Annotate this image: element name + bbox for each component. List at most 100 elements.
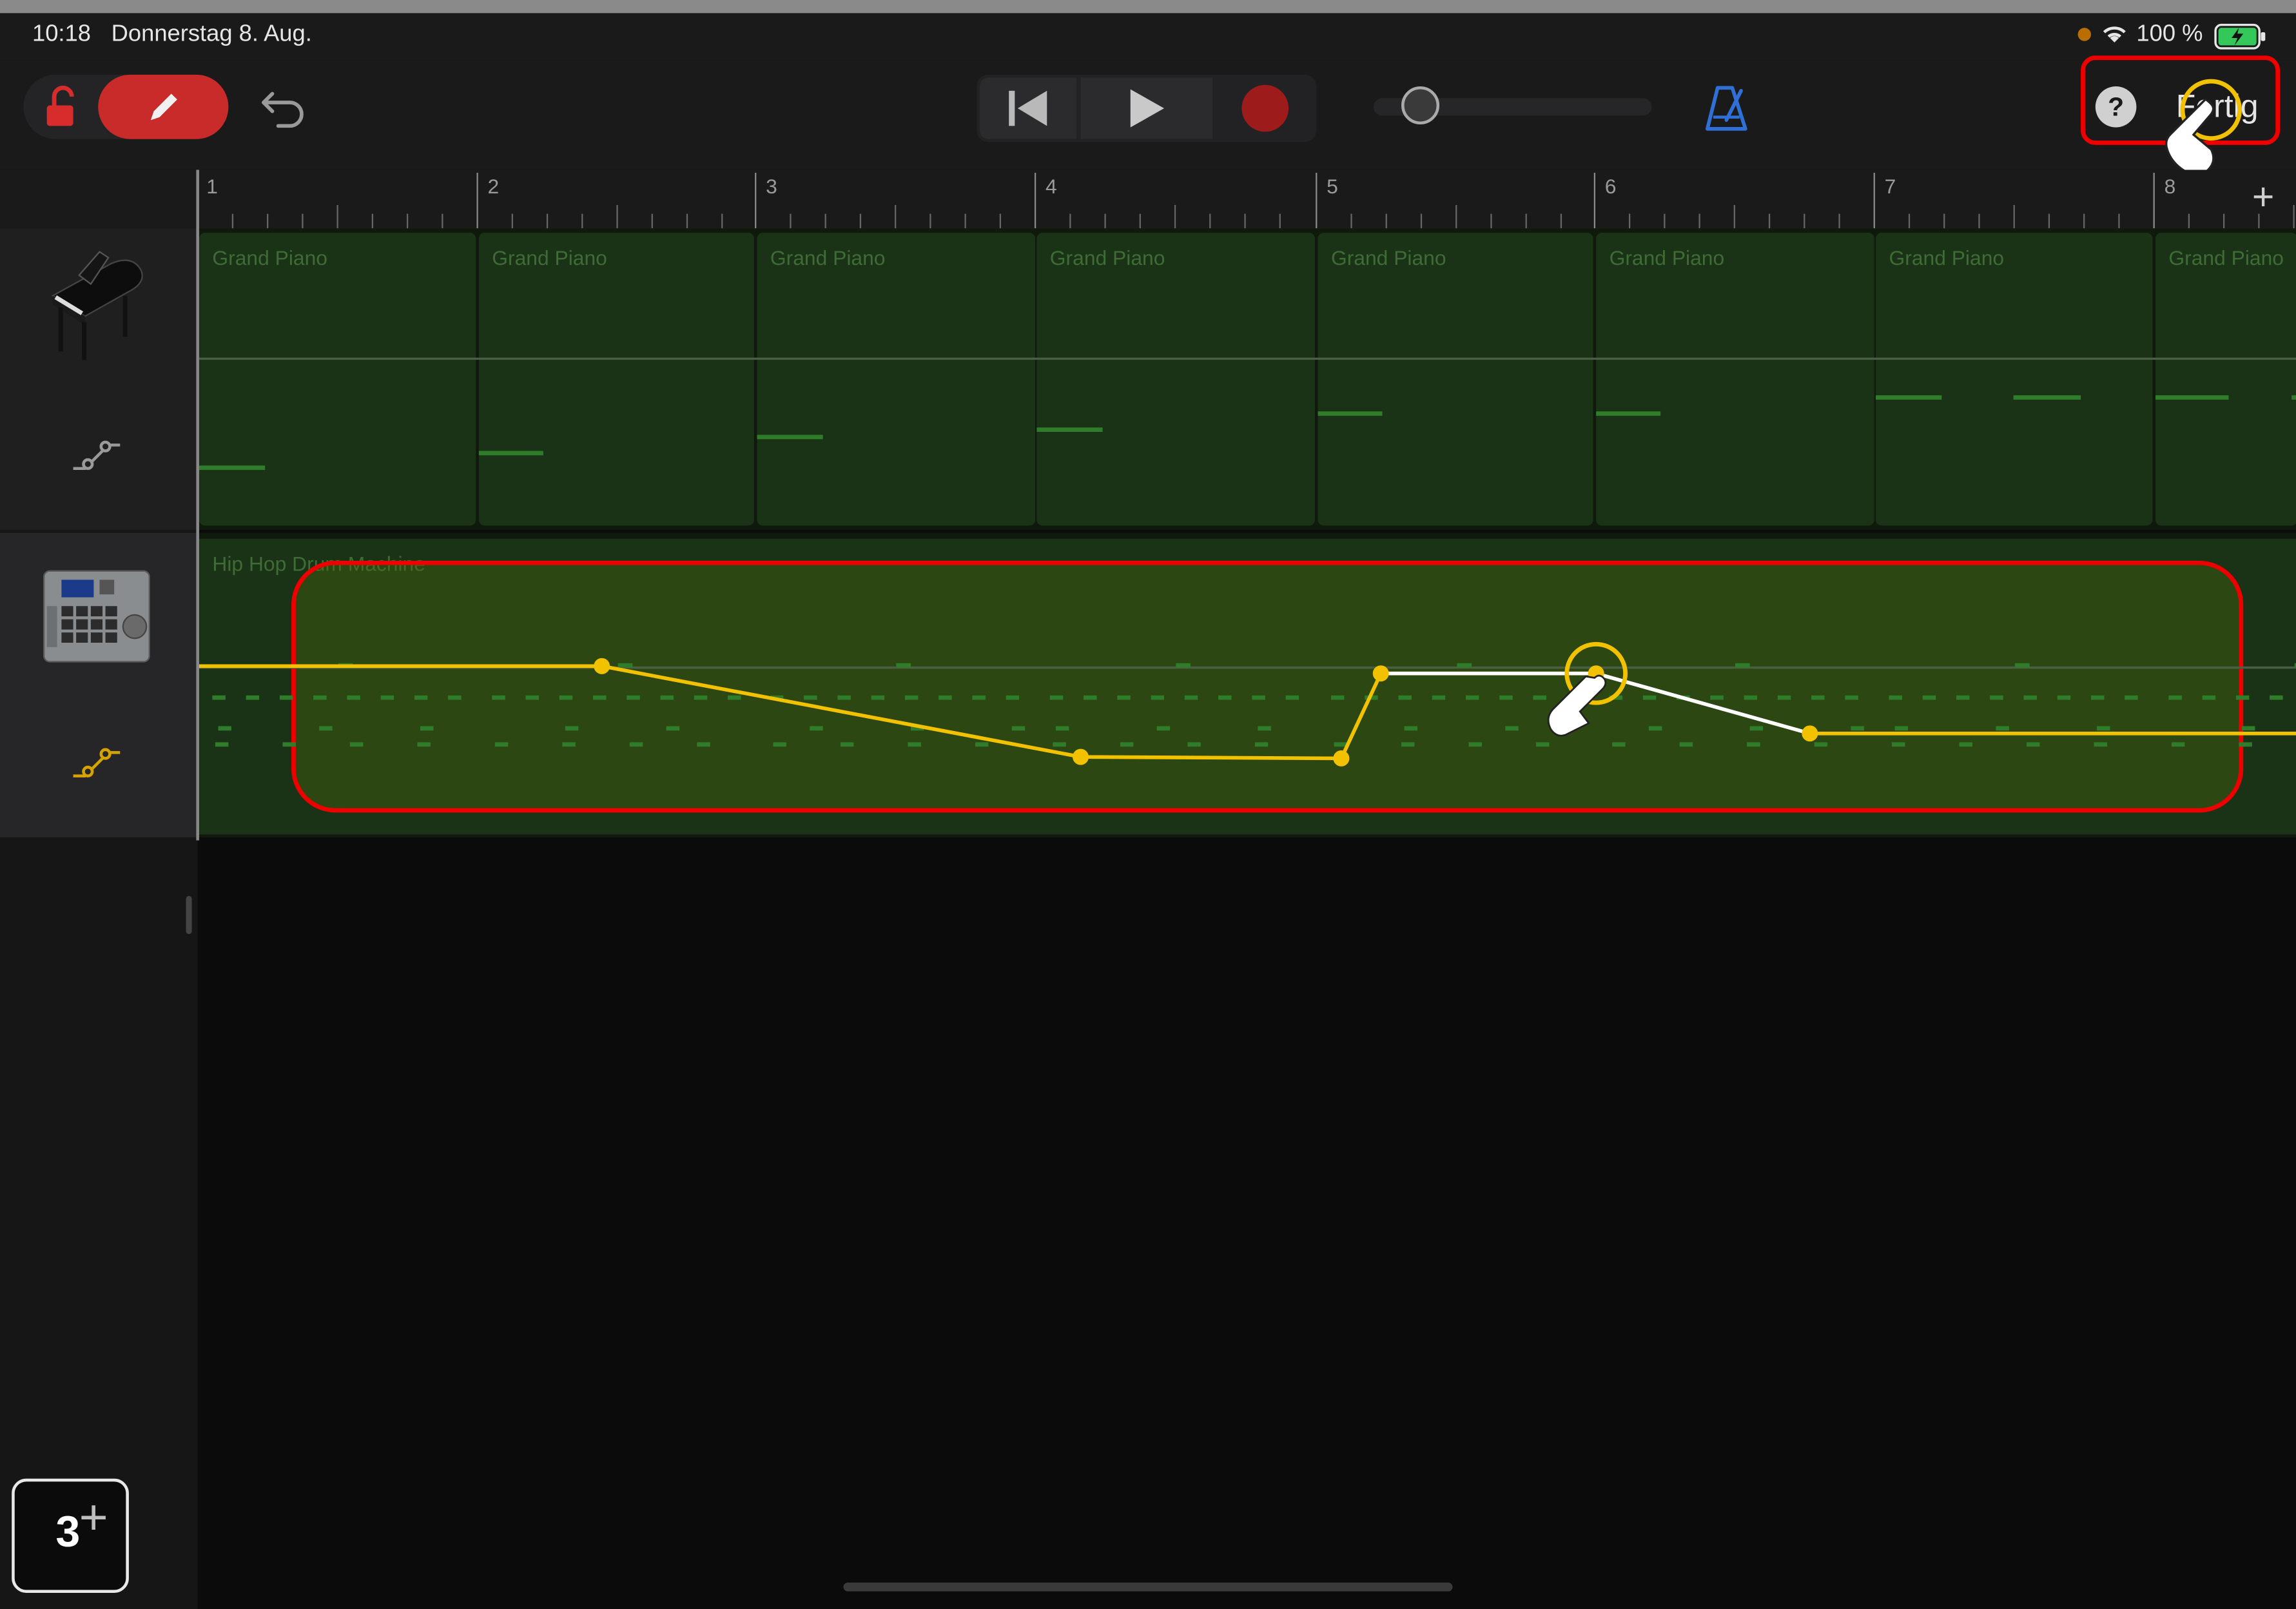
drum-hit <box>593 695 607 700</box>
play-button[interactable] <box>1080 77 1212 139</box>
drum-hit <box>1404 726 1418 731</box>
drum-hit <box>1011 726 1026 731</box>
automation-line <box>197 664 1597 761</box>
automation-icon[interactable] <box>70 433 123 474</box>
bar-label-2: 2 <box>487 174 500 198</box>
drum-hit <box>1922 695 1936 700</box>
bar-label-1: 1 <box>206 174 219 198</box>
drum-hit <box>1187 742 1201 747</box>
drum-hit <box>1612 742 1626 747</box>
drum-hit <box>2270 695 2283 700</box>
bar-label-6: 6 <box>1604 174 1617 198</box>
midi-note <box>2155 395 2229 400</box>
drum-hit <box>1889 695 1902 700</box>
drum-hit <box>2014 663 2030 668</box>
drum-hit <box>212 695 226 700</box>
unlock-icon[interactable] <box>44 85 82 129</box>
drum-hit <box>494 742 509 747</box>
drum-hit <box>1996 726 2009 731</box>
drum-hit <box>2168 695 2182 700</box>
drum-hit <box>420 726 434 731</box>
drum-hit <box>1432 695 1446 700</box>
drum-hit <box>1851 726 1864 731</box>
drum-hit <box>728 695 741 700</box>
automation-point <box>594 658 610 674</box>
drum-hit <box>1330 695 1345 700</box>
drum-hit <box>804 695 817 700</box>
drum-hit <box>1710 695 1724 700</box>
pencil-icon <box>150 93 177 121</box>
play-icon <box>1130 89 1165 128</box>
drum-hit <box>1749 726 1764 731</box>
drum-hit <box>1679 742 1693 747</box>
drum-hit <box>2235 695 2250 700</box>
ruler-ticks <box>197 172 2295 229</box>
piano-notes-layer <box>197 357 2296 471</box>
automation-point <box>1333 750 1350 766</box>
drum-hit <box>1254 742 1269 747</box>
drum-hit <box>773 742 786 747</box>
automation-icon-active[interactable] <box>70 741 123 782</box>
drum-hit <box>939 695 952 700</box>
midi-note <box>199 465 266 471</box>
drum-hit <box>218 726 231 731</box>
drum-hit <box>1499 695 1513 700</box>
drum-notes-layer <box>197 641 2296 766</box>
undo-icon[interactable] <box>258 85 311 132</box>
drum-hit <box>837 695 851 700</box>
drum-hit <box>975 742 989 747</box>
drum-hit <box>2027 742 2040 747</box>
track-divider <box>196 170 199 841</box>
drum-hit <box>1894 726 1909 731</box>
drum-hit <box>246 695 260 700</box>
drum-hit <box>1468 742 1482 747</box>
step-plus-glyph: + <box>79 1490 108 1546</box>
drum-hit <box>1285 695 1299 700</box>
bar-label-7: 7 <box>1884 174 1896 198</box>
drum-hit <box>1533 695 1546 700</box>
drum-hit <box>1151 695 1165 700</box>
drum-hit <box>1117 695 1131 700</box>
rewind-button[interactable] <box>979 77 1076 139</box>
pencil-button[interactable] <box>98 74 229 139</box>
drum-hit <box>1642 695 1657 700</box>
drum-hit <box>840 742 854 747</box>
drum-hit <box>896 663 911 668</box>
drum-hit <box>1218 695 1232 700</box>
wifi-icon <box>2103 26 2126 43</box>
drum-hit <box>1536 742 1550 747</box>
window-top-edge <box>0 0 2296 14</box>
drum-hit <box>1049 695 1064 700</box>
pointing-hand-icon <box>2165 98 2215 177</box>
drum-hit <box>972 695 986 700</box>
resize-handle[interactable] <box>186 895 192 934</box>
drum-hit <box>627 695 640 700</box>
drum-hit <box>660 695 674 700</box>
battery-percent: 100 % <box>2136 22 2203 47</box>
record-button[interactable] <box>1216 77 1314 139</box>
volume-slider-thumb[interactable] <box>1401 86 1440 125</box>
drum-hit <box>810 726 823 731</box>
drum-hit <box>629 742 643 747</box>
battery-charging-icon <box>2214 23 2266 50</box>
drum-hit <box>448 695 462 700</box>
drum-hit <box>1184 695 1198 700</box>
midi-note <box>757 434 823 440</box>
home-indicator[interactable] <box>843 1583 1453 1592</box>
bar-label-3: 3 <box>766 174 777 198</box>
drum-hit <box>1648 726 1662 731</box>
drum-hit <box>697 742 710 747</box>
midi-note <box>2013 395 2081 400</box>
pointing-hand-icon <box>1547 674 1607 737</box>
drum-hit <box>565 726 579 731</box>
privacy-dot-icon <box>2077 28 2091 41</box>
automation-point <box>1372 665 1389 682</box>
drum-hit <box>1252 695 1265 700</box>
midi-note <box>1318 411 1383 416</box>
status-date: Donnerstag 8. Aug. <box>111 22 312 47</box>
add-section-button[interactable]: + <box>2252 174 2275 219</box>
metronome-icon[interactable] <box>1702 82 1751 135</box>
drum-hit <box>414 695 428 700</box>
record-icon <box>1241 84 1289 132</box>
drum-hit <box>1457 663 1472 668</box>
